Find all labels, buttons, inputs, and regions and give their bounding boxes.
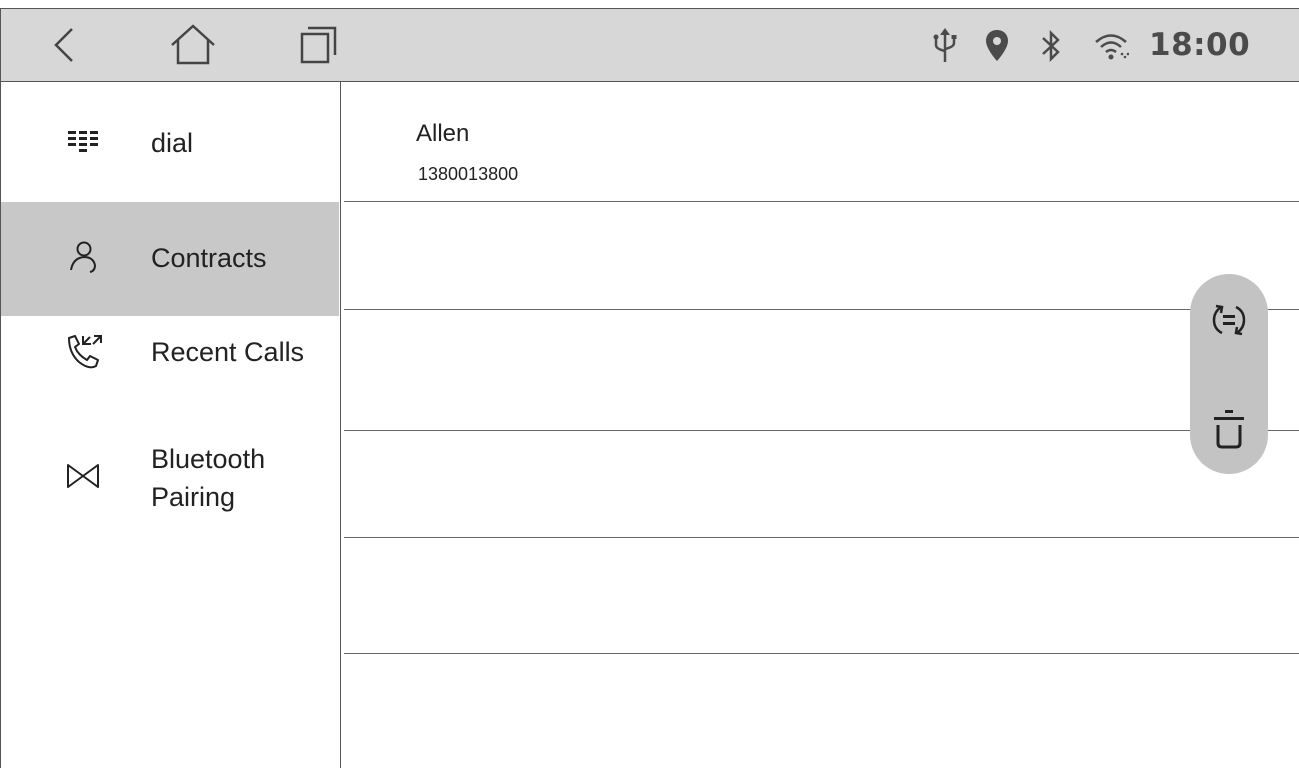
contact-list: Allen 1380013800 <box>342 82 1299 768</box>
empty-row <box>344 538 1299 654</box>
clock: 18:00 <box>1149 27 1251 63</box>
person-icon <box>63 238 103 278</box>
wifi-icon <box>1091 26 1131 66</box>
sidebar-item-bluetooth-pairing[interactable]: Bluetooth Pairing <box>1 406 339 526</box>
sidebar-item-label: Recent Calls <box>151 337 305 367</box>
sidebar-item-contacts[interactable]: Contracts <box>1 202 339 316</box>
phone-app-window: 18:00 dial Contracts Recent Calls Blueto… <box>0 8 1299 768</box>
delete-button[interactable] <box>1204 404 1254 454</box>
sync-icon <box>1212 304 1246 336</box>
back-button[interactable] <box>39 19 91 71</box>
call-log-icon <box>63 332 103 372</box>
contact-row[interactable]: Allen 1380013800 <box>344 82 1299 202</box>
sync-button[interactable] <box>1204 295 1254 345</box>
bluetooth-icon <box>1031 26 1071 66</box>
home-icon <box>171 24 215 65</box>
recent-apps-button[interactable] <box>293 19 345 71</box>
delete-icon <box>1214 410 1244 449</box>
empty-row <box>344 202 1299 310</box>
floating-action-panel <box>1190 274 1268 474</box>
sidebar-item-label: Contracts <box>151 243 267 273</box>
empty-row <box>344 431 1299 538</box>
contact-number: 1380013800 <box>418 164 519 184</box>
contact-name: Allen <box>416 120 470 147</box>
recent-apps-icon <box>300 26 337 64</box>
sidebar-item-dial[interactable]: dial <box>1 82 339 202</box>
status-bar: 18:00 <box>1 9 1299 82</box>
sidebar: dial Contracts Recent Calls Bluetooth Pa… <box>1 82 341 768</box>
sidebar-item-label: dial <box>151 128 194 158</box>
sidebar-item-label: Bluetooth Pairing <box>151 444 266 512</box>
bluetooth-pairing-icon <box>63 456 103 496</box>
dialpad-icon <box>63 122 103 162</box>
empty-row <box>344 310 1299 431</box>
location-icon <box>977 26 1017 66</box>
usb-icon <box>925 26 965 66</box>
home-button[interactable] <box>167 19 219 71</box>
sidebar-item-recent-calls[interactable]: Recent Calls <box>1 316 339 406</box>
back-icon <box>54 28 73 62</box>
